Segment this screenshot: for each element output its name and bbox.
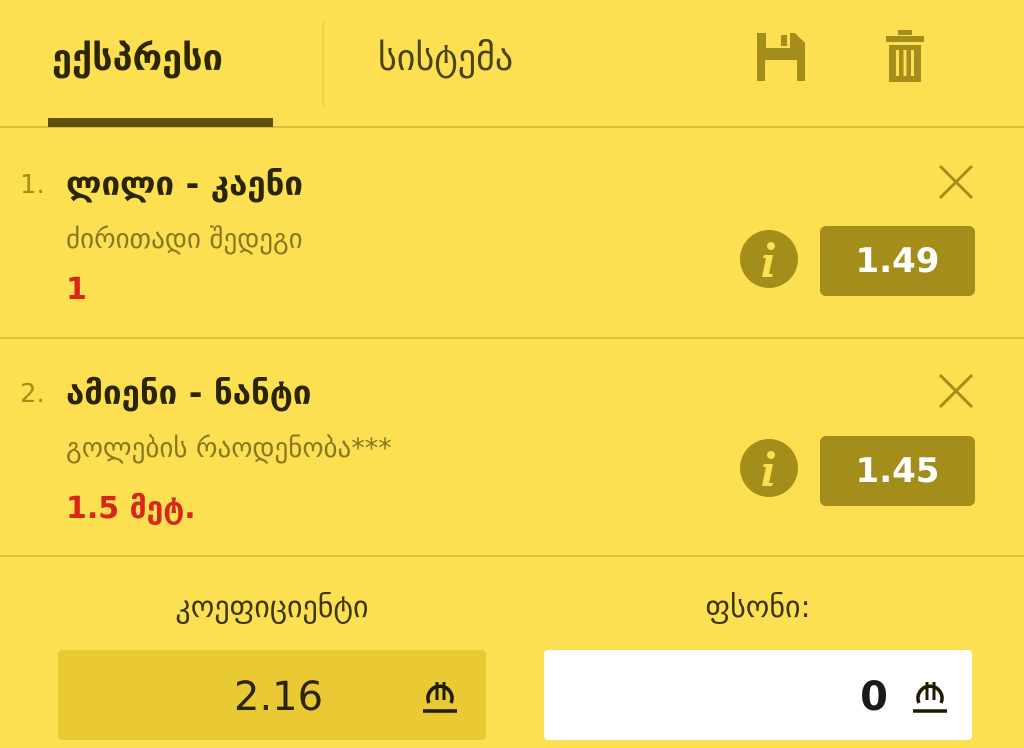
bet-index: 2. <box>20 379 45 409</box>
info-icon[interactable] <box>740 439 798 497</box>
lari-icon <box>913 682 947 713</box>
tab-divider <box>322 22 324 106</box>
tab-system[interactable]: სისტემა <box>378 36 513 82</box>
stake-label: ფსონი: <box>705 590 811 625</box>
bet-outcome: 1 <box>66 272 87 307</box>
bet-item: 1. ლილი - კაენი ძირითადი შედეგი 1 1.49 <box>0 128 1024 339</box>
bet-market: გოლების რაოდენობა*** <box>66 433 392 464</box>
bet-slip-header: ექსპრესი სისტემა <box>0 0 1024 128</box>
bet-index: 1. <box>20 170 45 200</box>
total-coefficient-label: კოეფიციენტი <box>175 590 369 625</box>
close-icon[interactable] <box>938 373 974 409</box>
odd-value[interactable]: 1.49 <box>820 226 975 296</box>
active-tab-indicator <box>48 118 273 127</box>
stake-value: 0 <box>860 674 888 720</box>
bet-match-title: ამიენი - ნანტი <box>66 373 312 412</box>
save-icon[interactable] <box>757 33 805 81</box>
bet-match-title: ლილი - კაენი <box>66 164 304 203</box>
bet-market: ძირითადი შედეგი <box>66 224 303 255</box>
close-icon[interactable] <box>938 164 974 200</box>
odd-value[interactable]: 1.45 <box>820 436 975 506</box>
trash-icon[interactable] <box>886 30 924 82</box>
bet-outcome: 1.5 მეტ. <box>66 491 196 526</box>
total-coefficient-value: 2.16 <box>234 674 324 720</box>
total-coefficient-box: 2.16 <box>58 650 486 740</box>
tab-express[interactable]: ექსპრესი <box>52 36 223 82</box>
lari-icon <box>423 682 457 713</box>
bet-item: 2. ამიენი - ნანტი გოლების რაოდენობა*** 1… <box>0 339 1024 557</box>
info-icon[interactable] <box>740 230 798 288</box>
stake-input[interactable]: 0 <box>544 650 972 740</box>
